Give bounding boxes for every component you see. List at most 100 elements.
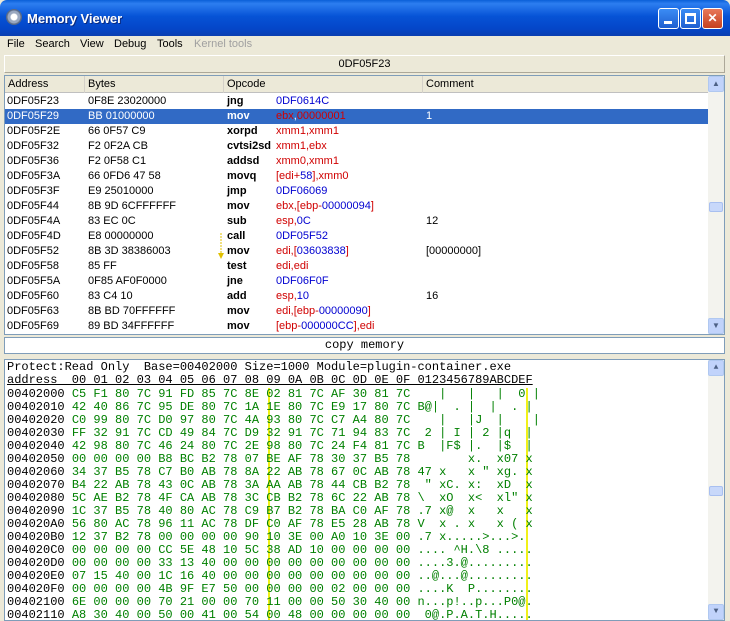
hex-scroll-up-button[interactable]: ▲ bbox=[708, 360, 724, 376]
hex-bytes[interactable]: 00 00 00 00 B8 BC B2 78 07 BE AF 78 30 3… bbox=[72, 452, 418, 466]
disasm-row[interactable]: 0DF05F29 BB 01000000 mov ebx,00000001 1 bbox=[5, 109, 710, 124]
hex-bytes[interactable]: 1C 37 B5 78 40 80 AC 78 C9 B7 B2 78 BA C… bbox=[72, 504, 418, 518]
disasm-operands: edi,edi bbox=[276, 260, 309, 272]
hex-bytes[interactable]: B4 22 AB 78 43 0C AB 78 3A AA AB 78 44 C… bbox=[72, 478, 418, 492]
scroll-thumb[interactable] bbox=[709, 202, 723, 212]
hex-scroll-down-button[interactable]: ▼ bbox=[708, 604, 724, 620]
hex-bytes[interactable]: 00 00 00 00 CC 5E 48 10 5C 38 AD 10 00 0… bbox=[72, 543, 418, 557]
disassembler-scrollbar[interactable]: ▲ ▼ bbox=[708, 76, 724, 334]
disassembler-view[interactable]: Address Bytes Opcode Comment 0DF05F23 0F8… bbox=[4, 75, 725, 335]
disasm-row[interactable]: 0DF05F36 F2 0F58 C1 addsd xmm0,xmm1 bbox=[5, 154, 710, 169]
hex-ascii[interactable]: ..@...@......... bbox=[417, 569, 532, 583]
hex-bytes[interactable]: C5 F1 80 7C 91 FD 85 7C 8E 02 81 7C AF 3… bbox=[72, 387, 418, 401]
disasm-row[interactable]: 0DF05F63 8B BD 70FFFFFF mov edi,[ebp-000000… bbox=[5, 304, 710, 319]
hex-address: 00402080 bbox=[7, 491, 72, 505]
hex-bytes[interactable]: 56 80 AC 78 96 11 AC 78 DF C0 AF 78 E5 2… bbox=[72, 517, 418, 531]
disasm-bytes: F2 0F58 C1 bbox=[88, 155, 147, 167]
menu-kernel-tools[interactable]: Kernel tools bbox=[194, 38, 252, 50]
column-header-opcode[interactable]: Opcode bbox=[224, 76, 423, 93]
hex-bytes[interactable]: 42 40 86 7C 95 DE 80 7C 1A 1E 80 7C E9 1… bbox=[72, 400, 418, 414]
menu-file[interactable]: File bbox=[7, 38, 25, 50]
disasm-address: 0DF05F58 bbox=[7, 260, 59, 272]
column-header-bytes[interactable]: Bytes bbox=[85, 76, 224, 93]
disasm-row[interactable]: 0DF05F2E 66 0F57 C9 xorpd xmm1,xmm1 bbox=[5, 124, 710, 139]
minimize-icon bbox=[664, 21, 672, 24]
hex-ascii[interactable]: B |F$ |. |$ | bbox=[417, 439, 532, 453]
hex-ascii[interactable]: ....3.@......... bbox=[417, 556, 532, 570]
disasm-row[interactable]: 0DF05F5A 0F85 AF0F0000 jne 0DF06F0F bbox=[5, 274, 710, 289]
hex-bytes[interactable]: 6E 00 00 00 70 21 00 00 70 11 00 00 50 3… bbox=[72, 595, 418, 609]
disasm-row[interactable]: 0DF05F32 F2 0F2A CB cvtsi2sd xmm1,ebx bbox=[5, 139, 710, 154]
disasm-row[interactable]: 0DF05F60 83 C4 10 add esp,10 16 bbox=[5, 289, 710, 304]
hex-bytes[interactable]: 42 98 80 7C 46 24 80 7C 2E 98 80 7C 24 F… bbox=[72, 439, 418, 453]
hex-address: 00402040 bbox=[7, 439, 72, 453]
disasm-row[interactable]: 0DF05F69 89 BD 34FFFFFF mov [ebp-000000CC],… bbox=[5, 319, 710, 334]
hex-bytes[interactable]: C0 99 80 7C D0 97 80 7C 4A 93 80 7C C7 A… bbox=[72, 413, 418, 427]
hex-scroll-thumb[interactable] bbox=[709, 486, 723, 496]
disasm-comment: [00000000] bbox=[426, 245, 482, 257]
hex-ascii[interactable]: " xC. x: xD x bbox=[417, 478, 533, 492]
hex-ascii[interactable]: 47 x x " xg. x bbox=[417, 465, 532, 479]
hex-ascii[interactable]: V x . x x ( x bbox=[417, 517, 532, 531]
title-bar[interactable]: Memory Viewer ✕ bbox=[0, 0, 730, 36]
app-gear-icon bbox=[6, 9, 22, 25]
minimize-button[interactable] bbox=[658, 8, 679, 29]
disasm-row[interactable]: 0DF05F52 8B 3D 38386003 mov edi,[03603838] [… bbox=[5, 244, 710, 259]
disasm-row[interactable]: 0DF05F3A 66 0FD6 47 58 movq [edi+58],xmm0 bbox=[5, 169, 710, 184]
disasm-row[interactable]: 0DF05F3F E9 25010000 jmp 0DF06069 bbox=[5, 184, 710, 199]
hex-column-header: address 00 01 02 03 04 05 06 07 08 09 0A… bbox=[7, 373, 533, 387]
hex-ascii[interactable]: .7 x@ x x x bbox=[417, 504, 532, 518]
disasm-address: 0DF05F3A bbox=[7, 170, 61, 182]
hex-row[interactable]: 00402110 A8 30 40 00 50 00 41 00 54 00 4… bbox=[7, 609, 533, 621]
hex-ascii[interactable]: | |J | | bbox=[417, 413, 540, 427]
copy-memory-button[interactable]: copy memory bbox=[4, 337, 725, 354]
hex-bytes[interactable]: 12 37 B2 78 00 00 00 00 90 10 3E 00 A0 1… bbox=[72, 530, 418, 544]
scroll-up-button[interactable]: ▲ bbox=[708, 76, 724, 92]
column-header-comment[interactable]: Comment bbox=[423, 76, 710, 93]
disasm-operands: xmm0,xmm1 bbox=[276, 155, 339, 167]
scroll-down-button[interactable]: ▼ bbox=[708, 318, 724, 334]
menu-tools[interactable]: Tools bbox=[157, 38, 183, 50]
disasm-row[interactable]: 0DF05F4D E8 00000000 call 0DF05F52 bbox=[5, 229, 710, 244]
menu-view[interactable]: View bbox=[80, 38, 104, 50]
column-header-address[interactable]: Address bbox=[5, 76, 85, 93]
hex-bytes[interactable]: FF 32 91 7C CD 49 84 7C D9 32 91 7C 71 9… bbox=[72, 426, 418, 440]
hex-view[interactable]: Protect:Read Only Base=00402000 Size=100… bbox=[4, 359, 725, 621]
hex-bytes[interactable]: 00 00 00 00 33 13 40 00 00 00 00 00 00 0… bbox=[72, 556, 418, 570]
hex-ascii[interactable]: \ xO x< xl" x bbox=[417, 491, 532, 505]
hex-bytes[interactable]: A8 30 40 00 50 00 41 00 54 00 48 00 00 0… bbox=[72, 608, 418, 621]
hex-ascii[interactable]: x. x07 x bbox=[417, 452, 533, 466]
disasm-row[interactable]: 0DF05F58 85 FF test edi,edi bbox=[5, 259, 710, 274]
hex-ascii[interactable]: .7 x.....>...>. bbox=[417, 530, 525, 544]
hex-scrollbar[interactable]: ▲ ▼ bbox=[708, 360, 724, 620]
disasm-comment: 16 bbox=[426, 290, 439, 302]
disasm-operands: [ebp-000000CC],edi bbox=[276, 320, 375, 332]
disasm-operands: ebx,00000001 bbox=[276, 110, 346, 122]
disasm-opcode: movq bbox=[227, 170, 257, 182]
hex-bytes[interactable]: 07 15 40 00 1C 16 40 00 00 00 00 00 00 0… bbox=[72, 569, 418, 583]
hex-ascii[interactable]: | | | 0 | bbox=[417, 387, 540, 401]
disasm-row[interactable]: 0DF05F44 8B 9D 6CFFFFFF mov ebx,[ebp-000000… bbox=[5, 199, 710, 214]
menu-debug[interactable]: Debug bbox=[114, 38, 146, 50]
disasm-opcode: mov bbox=[227, 110, 250, 122]
close-button[interactable]: ✕ bbox=[702, 8, 723, 29]
hex-ascii[interactable]: B@| . | | . | bbox=[417, 400, 532, 414]
disasm-address: 0DF05F3F bbox=[7, 185, 60, 197]
hex-ascii[interactable]: .... ^H.\8 ..... bbox=[417, 543, 532, 557]
disasm-opcode: mov bbox=[227, 200, 250, 212]
hex-ascii[interactable]: 2 | I | 2 |q | bbox=[417, 426, 533, 440]
maximize-button[interactable] bbox=[680, 8, 701, 29]
hex-bytes[interactable]: 5C AE B2 78 4F CA AB 78 3C CB B2 78 6C 2… bbox=[72, 491, 418, 505]
hex-address: 00402070 bbox=[7, 478, 72, 492]
hex-bytes[interactable]: 34 37 B5 78 C7 B0 AB 78 8A 22 AB 78 67 0… bbox=[72, 465, 418, 479]
hex-address: 004020C0 bbox=[7, 543, 72, 557]
disasm-row[interactable]: 0DF05F4A 83 EC 0C sub esp,0C 12 bbox=[5, 214, 710, 229]
hex-bytes[interactable]: 00 00 00 00 4B 9F E7 50 00 00 00 00 02 0… bbox=[72, 582, 418, 596]
disasm-row[interactable]: 0DF05F23 0F8E 23020000 jng 0DF0614C bbox=[5, 94, 710, 109]
menu-search[interactable]: Search bbox=[35, 38, 70, 50]
hex-ascii[interactable]: 0@.P.A.T.H..... bbox=[417, 608, 533, 621]
address-display[interactable]: 0DF05F23 bbox=[4, 55, 725, 73]
disasm-bytes: E9 25010000 bbox=[88, 185, 154, 197]
hex-ascii[interactable]: ....K P........ bbox=[417, 582, 532, 596]
hex-ascii[interactable]: n...p!..p...P0@. bbox=[417, 595, 532, 609]
